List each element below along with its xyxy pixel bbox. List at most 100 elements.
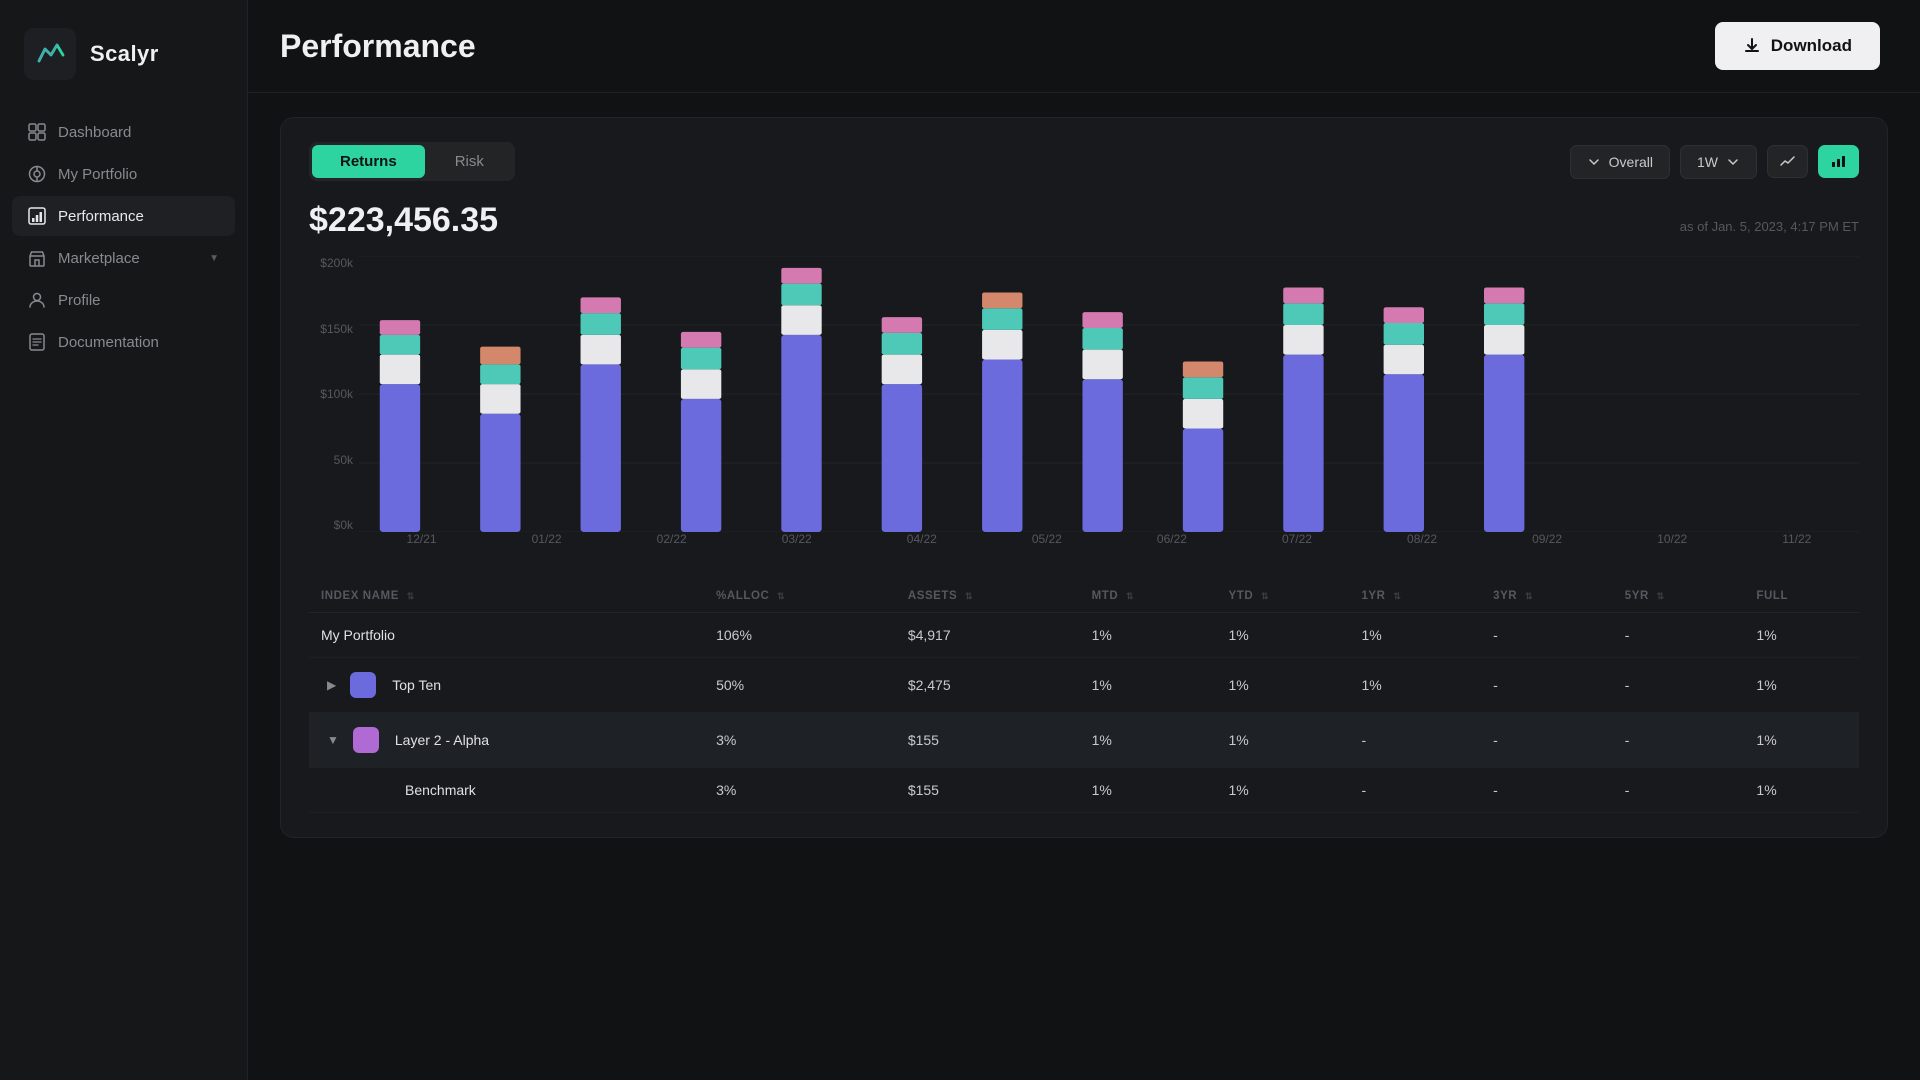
cell-ytd-myportfolio: 1% xyxy=(1217,613,1350,658)
performance-table: INDEX NAME ⇅ %ALLOC ⇅ ASSETS ⇅ MTD ⇅ YTD… xyxy=(309,580,1859,813)
sort-icon-alloc: ⇅ xyxy=(777,591,785,601)
chart-area: $200k $150k $100k 50k $0k xyxy=(309,256,1859,556)
x-label-0122: 01/22 xyxy=(532,532,562,556)
sort-icon-1yr: ⇅ xyxy=(1393,591,1401,601)
as-of-date: as of Jan. 5, 2023, 4:17 PM ET xyxy=(1680,219,1859,234)
cell-1yr-myportfolio: 1% xyxy=(1349,613,1481,658)
sidebar-item-marketplace[interactable]: Marketplace ▼ xyxy=(12,238,235,278)
cell-assets-myportfolio: $4,917 xyxy=(896,613,1080,658)
row-name-topten: ▶ Top Ten xyxy=(309,658,704,713)
bar-group-1122 xyxy=(1484,288,1524,532)
period-dropdown[interactable]: 1W xyxy=(1680,145,1757,179)
sidebar-item-portfolio[interactable]: My Portfolio xyxy=(12,154,235,194)
cell-3yr-layer2: - xyxy=(1481,713,1613,768)
app-name: Scalyr xyxy=(90,41,159,67)
table-row: ▶ Top Ten 50% $2,475 1% 1% 1% - - 1% xyxy=(309,658,1859,713)
cell-5yr-benchmark: - xyxy=(1613,768,1745,813)
x-label-0422: 04/22 xyxy=(907,532,937,556)
bar-group-0722 xyxy=(1082,312,1122,532)
sort-icon-5yr: ⇅ xyxy=(1657,591,1665,601)
expand-topten-button[interactable]: ▶ xyxy=(321,676,342,694)
performance-icon xyxy=(28,207,46,225)
sidebar-item-dashboard[interactable]: Dashboard xyxy=(12,112,235,152)
table-row: Benchmark 3% $155 1% 1% - - - 1% xyxy=(309,768,1859,813)
sidebar-label-profile: Profile xyxy=(58,292,101,309)
bar-group-0422 xyxy=(781,268,821,532)
download-button[interactable]: Download xyxy=(1715,22,1880,70)
bar-group-0822 xyxy=(1183,361,1223,532)
col-index-name[interactable]: INDEX NAME ⇅ xyxy=(309,580,704,613)
row-name-benchmark: Benchmark xyxy=(309,768,704,813)
cell-3yr-benchmark: - xyxy=(1481,768,1613,813)
col-ytd[interactable]: YTD ⇅ xyxy=(1217,580,1350,613)
sort-icon-3yr: ⇅ xyxy=(1525,591,1533,601)
color-indicator-layer2 xyxy=(353,727,379,753)
bar-group-0322 xyxy=(681,332,721,532)
cell-5yr-topten: - xyxy=(1613,658,1745,713)
sort-icon-mtd: ⇅ xyxy=(1126,591,1134,601)
col-1yr[interactable]: 1YR ⇅ xyxy=(1349,580,1481,613)
line-chart-toggle[interactable] xyxy=(1767,145,1808,178)
cell-alloc-layer2: 3% xyxy=(704,713,896,768)
col-alloc[interactable]: %ALLOC ⇅ xyxy=(704,580,896,613)
col-5yr[interactable]: 5YR ⇅ xyxy=(1613,580,1745,613)
table-header-row: INDEX NAME ⇅ %ALLOC ⇅ ASSETS ⇅ MTD ⇅ YTD… xyxy=(309,580,1859,613)
x-label-0522: 05/22 xyxy=(1032,532,1062,556)
sidebar: Scalyr Dashboard xyxy=(0,0,248,1080)
cell-5yr-layer2: - xyxy=(1613,713,1745,768)
logo-icon xyxy=(24,28,76,80)
chevron-down-icon: ▼ xyxy=(209,253,219,264)
doc-icon xyxy=(28,333,46,351)
sort-icon-name: ⇅ xyxy=(407,591,415,601)
x-label-0322: 03/22 xyxy=(782,532,812,556)
row-name-layer2alpha: ▼ Layer 2 - Alpha xyxy=(309,713,704,768)
expand-layer2-button[interactable]: ▼ xyxy=(321,731,345,749)
sidebar-label-marketplace: Marketplace xyxy=(58,250,140,267)
col-mtd[interactable]: MTD ⇅ xyxy=(1080,580,1217,613)
col-3yr[interactable]: 3YR ⇅ xyxy=(1481,580,1613,613)
overall-dropdown[interactable]: Overall xyxy=(1570,145,1670,179)
download-icon xyxy=(1743,37,1761,55)
cell-alloc-myportfolio: 106% xyxy=(704,613,896,658)
x-label-0622: 06/22 xyxy=(1157,532,1187,556)
line-chart-icon xyxy=(1780,154,1795,169)
tab-risk[interactable]: Risk xyxy=(427,145,512,178)
x-label-1122: 11/22 xyxy=(1782,532,1811,556)
y-label-200k: $200k xyxy=(309,256,353,270)
tab-returns[interactable]: Returns xyxy=(312,145,425,178)
cell-mtd-benchmark: 1% xyxy=(1080,768,1217,813)
bar-chart-toggle[interactable] xyxy=(1818,145,1859,178)
cell-ytd-topten: 1% xyxy=(1217,658,1350,713)
sidebar-nav: Dashboard My Portfolio xyxy=(0,112,247,362)
cell-ytd-benchmark: 1% xyxy=(1217,768,1350,813)
y-axis-labels: $200k $150k $100k 50k $0k xyxy=(309,256,353,556)
cell-ytd-layer2: 1% xyxy=(1217,713,1350,768)
sidebar-item-documentation[interactable]: Documentation xyxy=(12,322,235,362)
sidebar-item-profile[interactable]: Profile xyxy=(12,280,235,320)
cell-assets-benchmark: $155 xyxy=(896,768,1080,813)
sidebar-label-documentation: Documentation xyxy=(58,334,159,351)
content-area: Returns Risk Overall 1W xyxy=(248,93,1920,1080)
bar-group-1221 xyxy=(380,320,420,532)
main-content: Performance Download Returns Risk xyxy=(248,0,1920,1080)
bar-chart-icon xyxy=(1831,154,1846,169)
y-label-100k: $100k xyxy=(309,387,353,401)
x-axis-labels: 12/21 01/22 02/22 03/22 04/22 05/22 06/2… xyxy=(359,532,1859,556)
table-row: ▼ Layer 2 - Alpha 3% $155 1% 1% - - - 1% xyxy=(309,713,1859,768)
cell-full-myportfolio: 1% xyxy=(1744,613,1859,658)
chart-bars xyxy=(359,256,1859,532)
bar-group-0922 xyxy=(1283,288,1323,532)
app-logo: Scalyr xyxy=(0,0,247,112)
cell-mtd-myportfolio: 1% xyxy=(1080,613,1217,658)
cell-3yr-topten: - xyxy=(1481,658,1613,713)
col-full: FULL xyxy=(1744,580,1859,613)
marketplace-icon xyxy=(28,249,46,267)
sidebar-label-portfolio: My Portfolio xyxy=(58,166,137,183)
sort-icon-ytd: ⇅ xyxy=(1261,591,1269,601)
x-label-1022: 10/22 xyxy=(1657,532,1687,556)
topbar: Performance Download xyxy=(248,0,1920,93)
portfolio-icon xyxy=(28,165,46,183)
color-indicator-topten xyxy=(350,672,376,698)
col-assets[interactable]: ASSETS ⇅ xyxy=(896,580,1080,613)
sidebar-item-performance[interactable]: Performance xyxy=(12,196,235,236)
